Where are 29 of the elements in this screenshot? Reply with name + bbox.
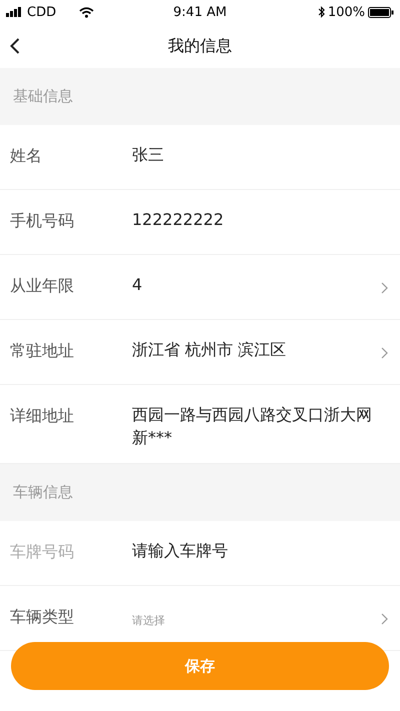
carrier-name: CDD — [27, 4, 56, 20]
page-title: 我的信息 — [168, 36, 232, 56]
battery-icon — [368, 6, 394, 18]
section-title: 基础信息 — [13, 87, 73, 106]
field-label: 从业年限 — [10, 275, 75, 297]
field-label: 详细地址 — [10, 405, 75, 427]
field-value: 4 — [132, 274, 144, 296]
signal-icon — [6, 7, 24, 17]
save-button[interactable]: 保存 — [11, 642, 389, 690]
field-value: 浙江省 杭州市 滨江区 — [132, 339, 288, 361]
status-time: 9:41 AM — [173, 4, 227, 20]
field-label: 车牌号码 — [10, 541, 75, 564]
section-title: 车辆信息 — [13, 483, 73, 502]
bluetooth-icon — [318, 6, 325, 18]
battery-percent: 100% — [328, 4, 365, 20]
select-field[interactable]: 请选择 — [132, 586, 381, 628]
field-label: 手机号码 — [10, 210, 75, 232]
back-icon — [10, 38, 20, 54]
wifi-icon — [79, 6, 94, 18]
chevron-right-icon — [381, 282, 388, 294]
field-label: 常驻地址 — [10, 340, 75, 362]
chevron-right-icon — [381, 613, 388, 626]
field-value: 张三 — [132, 144, 165, 166]
field-value: 请输入车牌号 — [132, 540, 229, 562]
chevron-right-icon — [381, 347, 388, 359]
field-value: 122222222 — [132, 209, 225, 231]
field-value: 西园一路与西园八路交叉口浙大网新*** — [132, 404, 373, 450]
field-label: 车辆类型 — [10, 606, 75, 628]
field-label: 姓名 — [10, 145, 43, 167]
